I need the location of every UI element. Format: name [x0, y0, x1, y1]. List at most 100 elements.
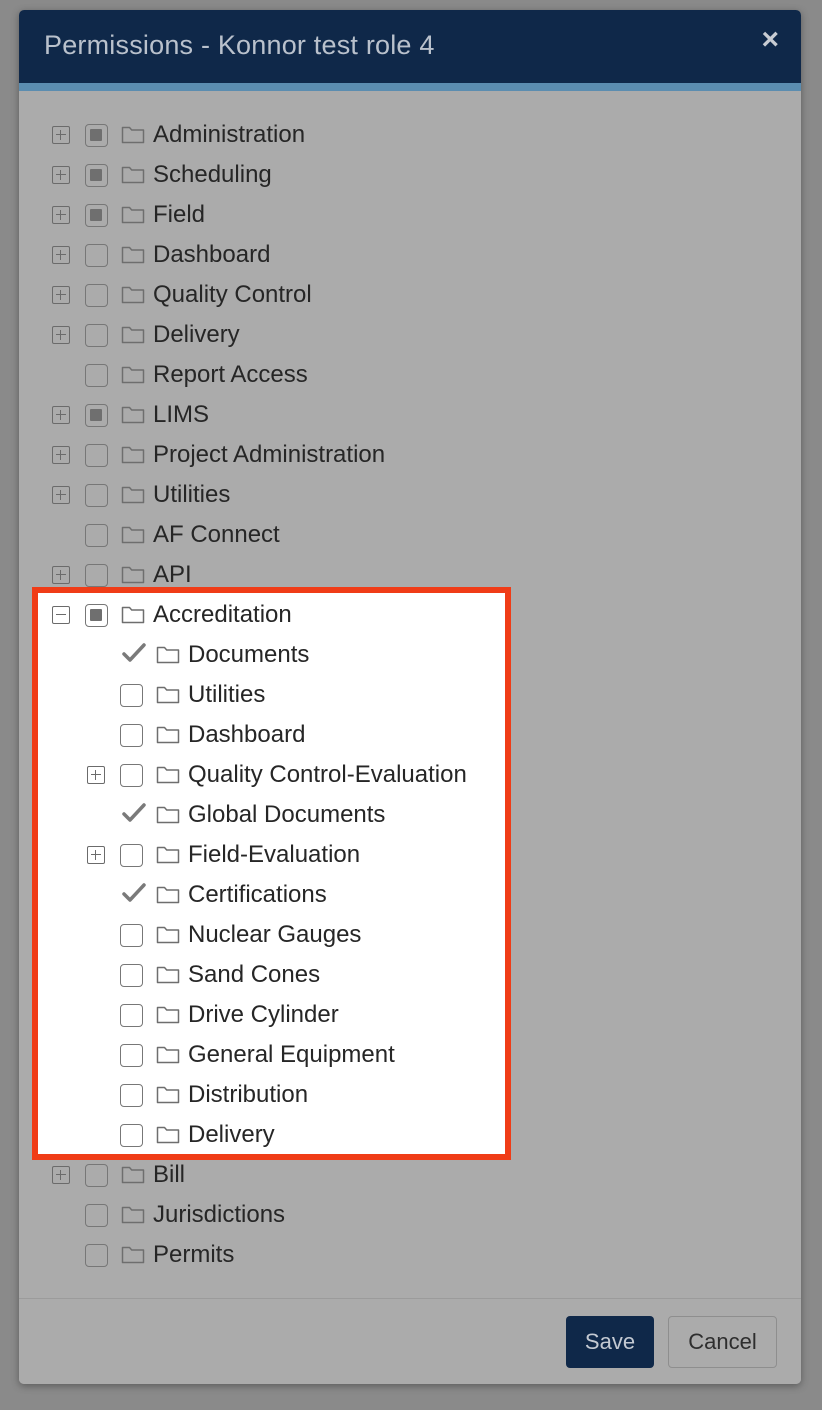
- expand-icon[interactable]: [87, 766, 105, 784]
- tree-item-label: Dashboard: [188, 721, 306, 748]
- modal-header: Permissions - Konnor test role 4 ×: [19, 10, 801, 83]
- tree-item[interactable]: Bill: [19, 1155, 779, 1195]
- tree-item-label: LIMS: [153, 401, 210, 428]
- tree-item[interactable]: LIMS: [19, 395, 779, 435]
- tree-item-label: Administration: [153, 121, 306, 148]
- folder-icon: [121, 284, 145, 309]
- permission-checkbox[interactable]: [85, 524, 108, 547]
- folder-icon: [156, 1124, 180, 1149]
- tree-item-label: Permits: [153, 1241, 235, 1268]
- tree-item[interactable]: Delivery: [19, 315, 779, 355]
- tree-item-label: Distribution: [188, 1081, 309, 1108]
- expand-icon[interactable]: [52, 486, 70, 504]
- tree-item-label: Report Access: [153, 361, 308, 388]
- permission-checkbox[interactable]: [85, 564, 108, 587]
- permission-checkbox[interactable]: [120, 764, 143, 787]
- permission-checkbox[interactable]: [120, 924, 143, 947]
- permission-checkbox[interactable]: [85, 284, 108, 307]
- tree-item[interactable]: Dashboard: [19, 715, 779, 755]
- expand-icon[interactable]: [52, 126, 70, 144]
- permission-checkbox[interactable]: [120, 1084, 143, 1107]
- permission-checkbox[interactable]: [85, 204, 108, 227]
- tree-item[interactable]: Dashboard: [19, 235, 779, 275]
- save-button[interactable]: Save: [566, 1316, 654, 1368]
- tree-item-label: Delivery: [153, 321, 240, 348]
- tree-item[interactable]: Certifications: [19, 875, 779, 915]
- permission-checkbox[interactable]: [120, 724, 143, 747]
- cancel-button[interactable]: Cancel: [668, 1316, 777, 1368]
- permission-checkbox[interactable]: [120, 1044, 143, 1067]
- expand-icon[interactable]: [52, 326, 70, 344]
- tree-item-label: AF Connect: [153, 521, 280, 548]
- permission-checkbox[interactable]: [85, 324, 108, 347]
- tree-item-label: General Equipment: [188, 1041, 395, 1068]
- permission-checkbox[interactable]: [85, 164, 108, 187]
- tree-item[interactable]: Sand Cones: [19, 955, 779, 995]
- tree-item[interactable]: Field: [19, 195, 779, 235]
- permission-checkbox[interactable]: [120, 643, 146, 667]
- permission-checkbox[interactable]: [120, 844, 143, 867]
- tree-item[interactable]: Permits: [19, 1235, 779, 1275]
- tree-item-label: Nuclear Gauges: [188, 921, 362, 948]
- tree-item-label: Field-Evaluation: [188, 841, 361, 868]
- permission-checkbox[interactable]: [85, 1204, 108, 1227]
- tree-item[interactable]: General Equipment: [19, 1035, 779, 1075]
- permission-checkbox[interactable]: [120, 1004, 143, 1027]
- expand-icon[interactable]: [52, 566, 70, 584]
- collapse-icon[interactable]: [52, 606, 70, 624]
- permission-checkbox[interactable]: [85, 404, 108, 427]
- expand-icon[interactable]: [52, 206, 70, 224]
- tree-item-label: Field: [153, 201, 206, 228]
- tree-item[interactable]: Project Administration: [19, 435, 779, 475]
- tree-item[interactable]: Global Documents: [19, 795, 779, 835]
- expand-icon[interactable]: [52, 446, 70, 464]
- permission-checkbox[interactable]: [85, 364, 108, 387]
- tree-item[interactable]: Accreditation: [19, 595, 779, 635]
- tree-item[interactable]: Jurisdictions: [19, 1195, 779, 1235]
- tree-item[interactable]: Nuclear Gauges: [19, 915, 779, 955]
- tree-item[interactable]: Utilities: [19, 475, 779, 515]
- permission-checkbox[interactable]: [85, 604, 108, 627]
- expand-icon[interactable]: [52, 166, 70, 184]
- folder-icon: [156, 1044, 180, 1069]
- tree-item[interactable]: Drive Cylinder: [19, 995, 779, 1035]
- folder-icon: [156, 804, 180, 829]
- tree-item[interactable]: Quality Control-Evaluation: [19, 755, 779, 795]
- permission-checkbox[interactable]: [85, 484, 108, 507]
- permission-checkbox[interactable]: [85, 1164, 108, 1187]
- tree-item[interactable]: Scheduling: [19, 155, 779, 195]
- permission-checkbox[interactable]: [85, 124, 108, 147]
- expand-icon[interactable]: [87, 846, 105, 864]
- tree-item[interactable]: Delivery: [19, 1115, 779, 1155]
- tree-item[interactable]: Utilities: [19, 675, 779, 715]
- folder-icon: [121, 404, 145, 429]
- tree-item[interactable]: Documents: [19, 635, 779, 675]
- tree-item-label: Dashboard: [153, 241, 271, 268]
- expand-icon[interactable]: [52, 286, 70, 304]
- permission-checkbox[interactable]: [85, 1244, 108, 1267]
- tree-item[interactable]: Quality Control: [19, 275, 779, 315]
- permission-checkbox[interactable]: [85, 444, 108, 467]
- permission-checkbox[interactable]: [120, 684, 143, 707]
- tree-item[interactable]: Field-Evaluation: [19, 835, 779, 875]
- tree-item[interactable]: Administration: [19, 115, 779, 155]
- tree-item[interactable]: Distribution: [19, 1075, 779, 1115]
- permission-checkbox[interactable]: [120, 883, 146, 907]
- expand-icon[interactable]: [52, 1166, 70, 1184]
- permission-checkbox[interactable]: [120, 1124, 143, 1147]
- expand-icon[interactable]: [52, 246, 70, 264]
- tree-item[interactable]: AF Connect: [19, 515, 779, 555]
- header-stripe: [19, 83, 801, 91]
- permission-checkbox[interactable]: [120, 803, 146, 827]
- expand-icon[interactable]: [52, 406, 70, 424]
- tree-item-label: Global Documents: [188, 801, 386, 828]
- close-icon[interactable]: ×: [761, 24, 779, 56]
- folder-icon: [156, 644, 180, 669]
- tree-item-label: Scheduling: [153, 161, 272, 188]
- permission-checkbox[interactable]: [120, 964, 143, 987]
- tree-item[interactable]: Report Access: [19, 355, 779, 395]
- tree-item-label: Drive Cylinder: [188, 1001, 339, 1028]
- tree-item[interactable]: API: [19, 555, 779, 595]
- permission-checkbox[interactable]: [85, 244, 108, 267]
- folder-icon: [121, 444, 145, 469]
